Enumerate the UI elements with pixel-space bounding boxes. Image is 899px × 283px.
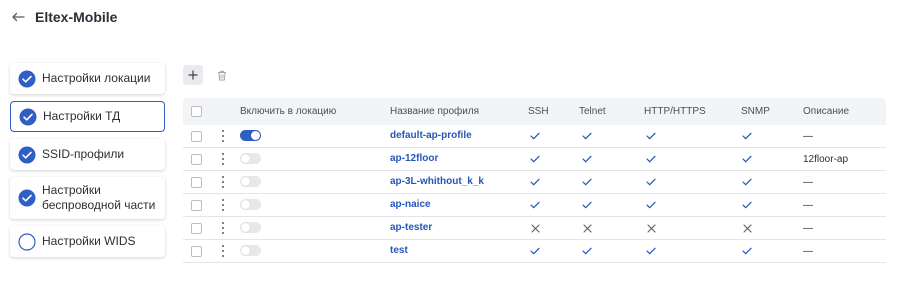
check-icon xyxy=(530,200,540,210)
check-icon xyxy=(646,246,656,256)
profile-name-link[interactable]: ap-3L-whithout_k_k xyxy=(390,176,484,188)
enable-toggle[interactable] xyxy=(240,245,261,256)
description-cell: — xyxy=(803,246,813,257)
table-body: default-ap-profile — ap-12floor 12floor-ap a… xyxy=(183,125,886,263)
table-row[interactable]: ap-naice — xyxy=(183,194,886,217)
add-button[interactable] xyxy=(183,65,203,85)
table-row[interactable]: default-ap-profile — xyxy=(183,125,886,148)
check-icon xyxy=(742,246,752,256)
check-icon xyxy=(582,177,592,187)
check-icon xyxy=(530,154,540,164)
enable-toggle[interactable] xyxy=(240,222,261,233)
enable-toggle[interactable] xyxy=(240,176,261,187)
step-done-check-icon xyxy=(19,108,37,125)
column-header-telnet[interactable]: Telnet xyxy=(579,106,606,118)
enable-toggle[interactable] xyxy=(240,199,261,210)
column-header-enable[interactable]: Включить в локацию xyxy=(240,106,336,118)
check-icon xyxy=(530,246,540,256)
select-all-checkbox[interactable] xyxy=(191,106,202,117)
description-cell: — xyxy=(803,223,813,234)
check-icon xyxy=(742,200,752,210)
check-icon xyxy=(582,154,592,164)
step-done-check-icon xyxy=(18,189,36,207)
profile-name-link[interactable]: default-ap-profile xyxy=(390,130,472,142)
row-checkbox[interactable] xyxy=(191,131,202,142)
row-menu-icon[interactable] xyxy=(221,176,225,188)
wizard-step[interactable]: SSID-профили xyxy=(10,139,165,170)
step-done-check-icon xyxy=(18,70,36,87)
row-menu-icon[interactable] xyxy=(221,130,225,142)
wizard-step[interactable]: Настройки беспроводной части xyxy=(10,177,165,219)
plus-icon xyxy=(188,70,198,80)
cross-icon xyxy=(742,223,752,233)
wizard-step-label: Настройки локации xyxy=(42,71,151,85)
profiles-table: Включить в локацию Название профиля SSH … xyxy=(183,98,886,263)
page-title: Eltex-Mobile xyxy=(35,9,118,25)
step-pending-circle-icon xyxy=(18,232,36,251)
check-icon xyxy=(646,200,656,210)
description-cell: — xyxy=(803,177,813,188)
wizard-step[interactable]: Настройки ТД xyxy=(10,101,165,132)
check-icon xyxy=(530,131,540,141)
check-icon xyxy=(646,131,656,141)
row-menu-icon[interactable] xyxy=(221,222,225,234)
profile-name-link[interactable]: ap-naice xyxy=(390,199,431,211)
wizard-step[interactable]: Настройки WIDS xyxy=(10,226,165,257)
enable-toggle[interactable] xyxy=(240,153,261,164)
row-menu-icon[interactable] xyxy=(221,153,225,165)
trash-icon xyxy=(218,70,226,80)
row-checkbox[interactable] xyxy=(191,200,202,211)
table-header: Включить в локацию Название профиля SSH … xyxy=(183,98,886,125)
check-icon xyxy=(742,154,752,164)
table-row[interactable]: ap-tester — xyxy=(183,217,886,240)
row-menu-icon[interactable] xyxy=(221,245,225,257)
check-icon xyxy=(582,200,592,210)
wizard-step-label: Настройки WIDS xyxy=(42,234,136,248)
column-header-snmp[interactable]: SNMP xyxy=(741,106,770,118)
description-cell: — xyxy=(803,131,813,142)
row-menu-icon[interactable] xyxy=(221,199,225,211)
row-checkbox[interactable] xyxy=(191,177,202,188)
cross-icon xyxy=(530,223,540,233)
check-icon xyxy=(742,131,752,141)
profile-name-link[interactable]: test xyxy=(390,245,408,257)
cross-icon xyxy=(582,223,592,233)
column-header-description[interactable]: Описание xyxy=(803,106,849,118)
profile-name-link[interactable]: ap-12floor xyxy=(390,153,438,165)
row-checkbox[interactable] xyxy=(191,246,202,257)
table-row[interactable]: ap-12floor 12floor-ap xyxy=(183,148,886,171)
check-icon xyxy=(646,177,656,187)
back-arrow-icon[interactable] xyxy=(10,9,26,25)
table-row[interactable]: test — xyxy=(183,240,886,263)
check-icon xyxy=(742,177,752,187)
table-toolbar xyxy=(183,65,232,85)
page-header: Eltex-Mobile xyxy=(10,6,117,28)
wizard-step-label: Настройки ТД xyxy=(43,109,121,123)
check-icon xyxy=(582,246,592,256)
cross-icon xyxy=(646,223,656,233)
description-cell: 12floor-ap xyxy=(803,154,849,165)
profile-name-link[interactable]: ap-tester xyxy=(390,222,432,234)
column-header-name[interactable]: Название профиля xyxy=(390,106,479,118)
table-row[interactable]: ap-3L-whithout_k_k — xyxy=(183,171,886,194)
enable-toggle[interactable] xyxy=(240,130,261,141)
check-icon xyxy=(582,131,592,141)
step-done-check-icon xyxy=(18,146,36,163)
delete-button[interactable] xyxy=(212,65,232,85)
column-header-http[interactable]: HTTP/HTTPS xyxy=(644,106,706,118)
check-icon xyxy=(530,177,540,187)
row-checkbox[interactable] xyxy=(191,223,202,234)
wizard-step[interactable]: Настройки локации xyxy=(10,63,165,94)
wizard-step-label: Настройки беспроводной части xyxy=(42,183,156,212)
row-checkbox[interactable] xyxy=(191,154,202,165)
column-header-ssh[interactable]: SSH xyxy=(528,106,549,118)
wizard-steps: Настройки локации Настройки ТД SSID-профил… xyxy=(10,63,165,264)
check-icon xyxy=(646,154,656,164)
description-cell: — xyxy=(803,200,813,211)
wizard-step-label: SSID-профили xyxy=(42,147,125,161)
